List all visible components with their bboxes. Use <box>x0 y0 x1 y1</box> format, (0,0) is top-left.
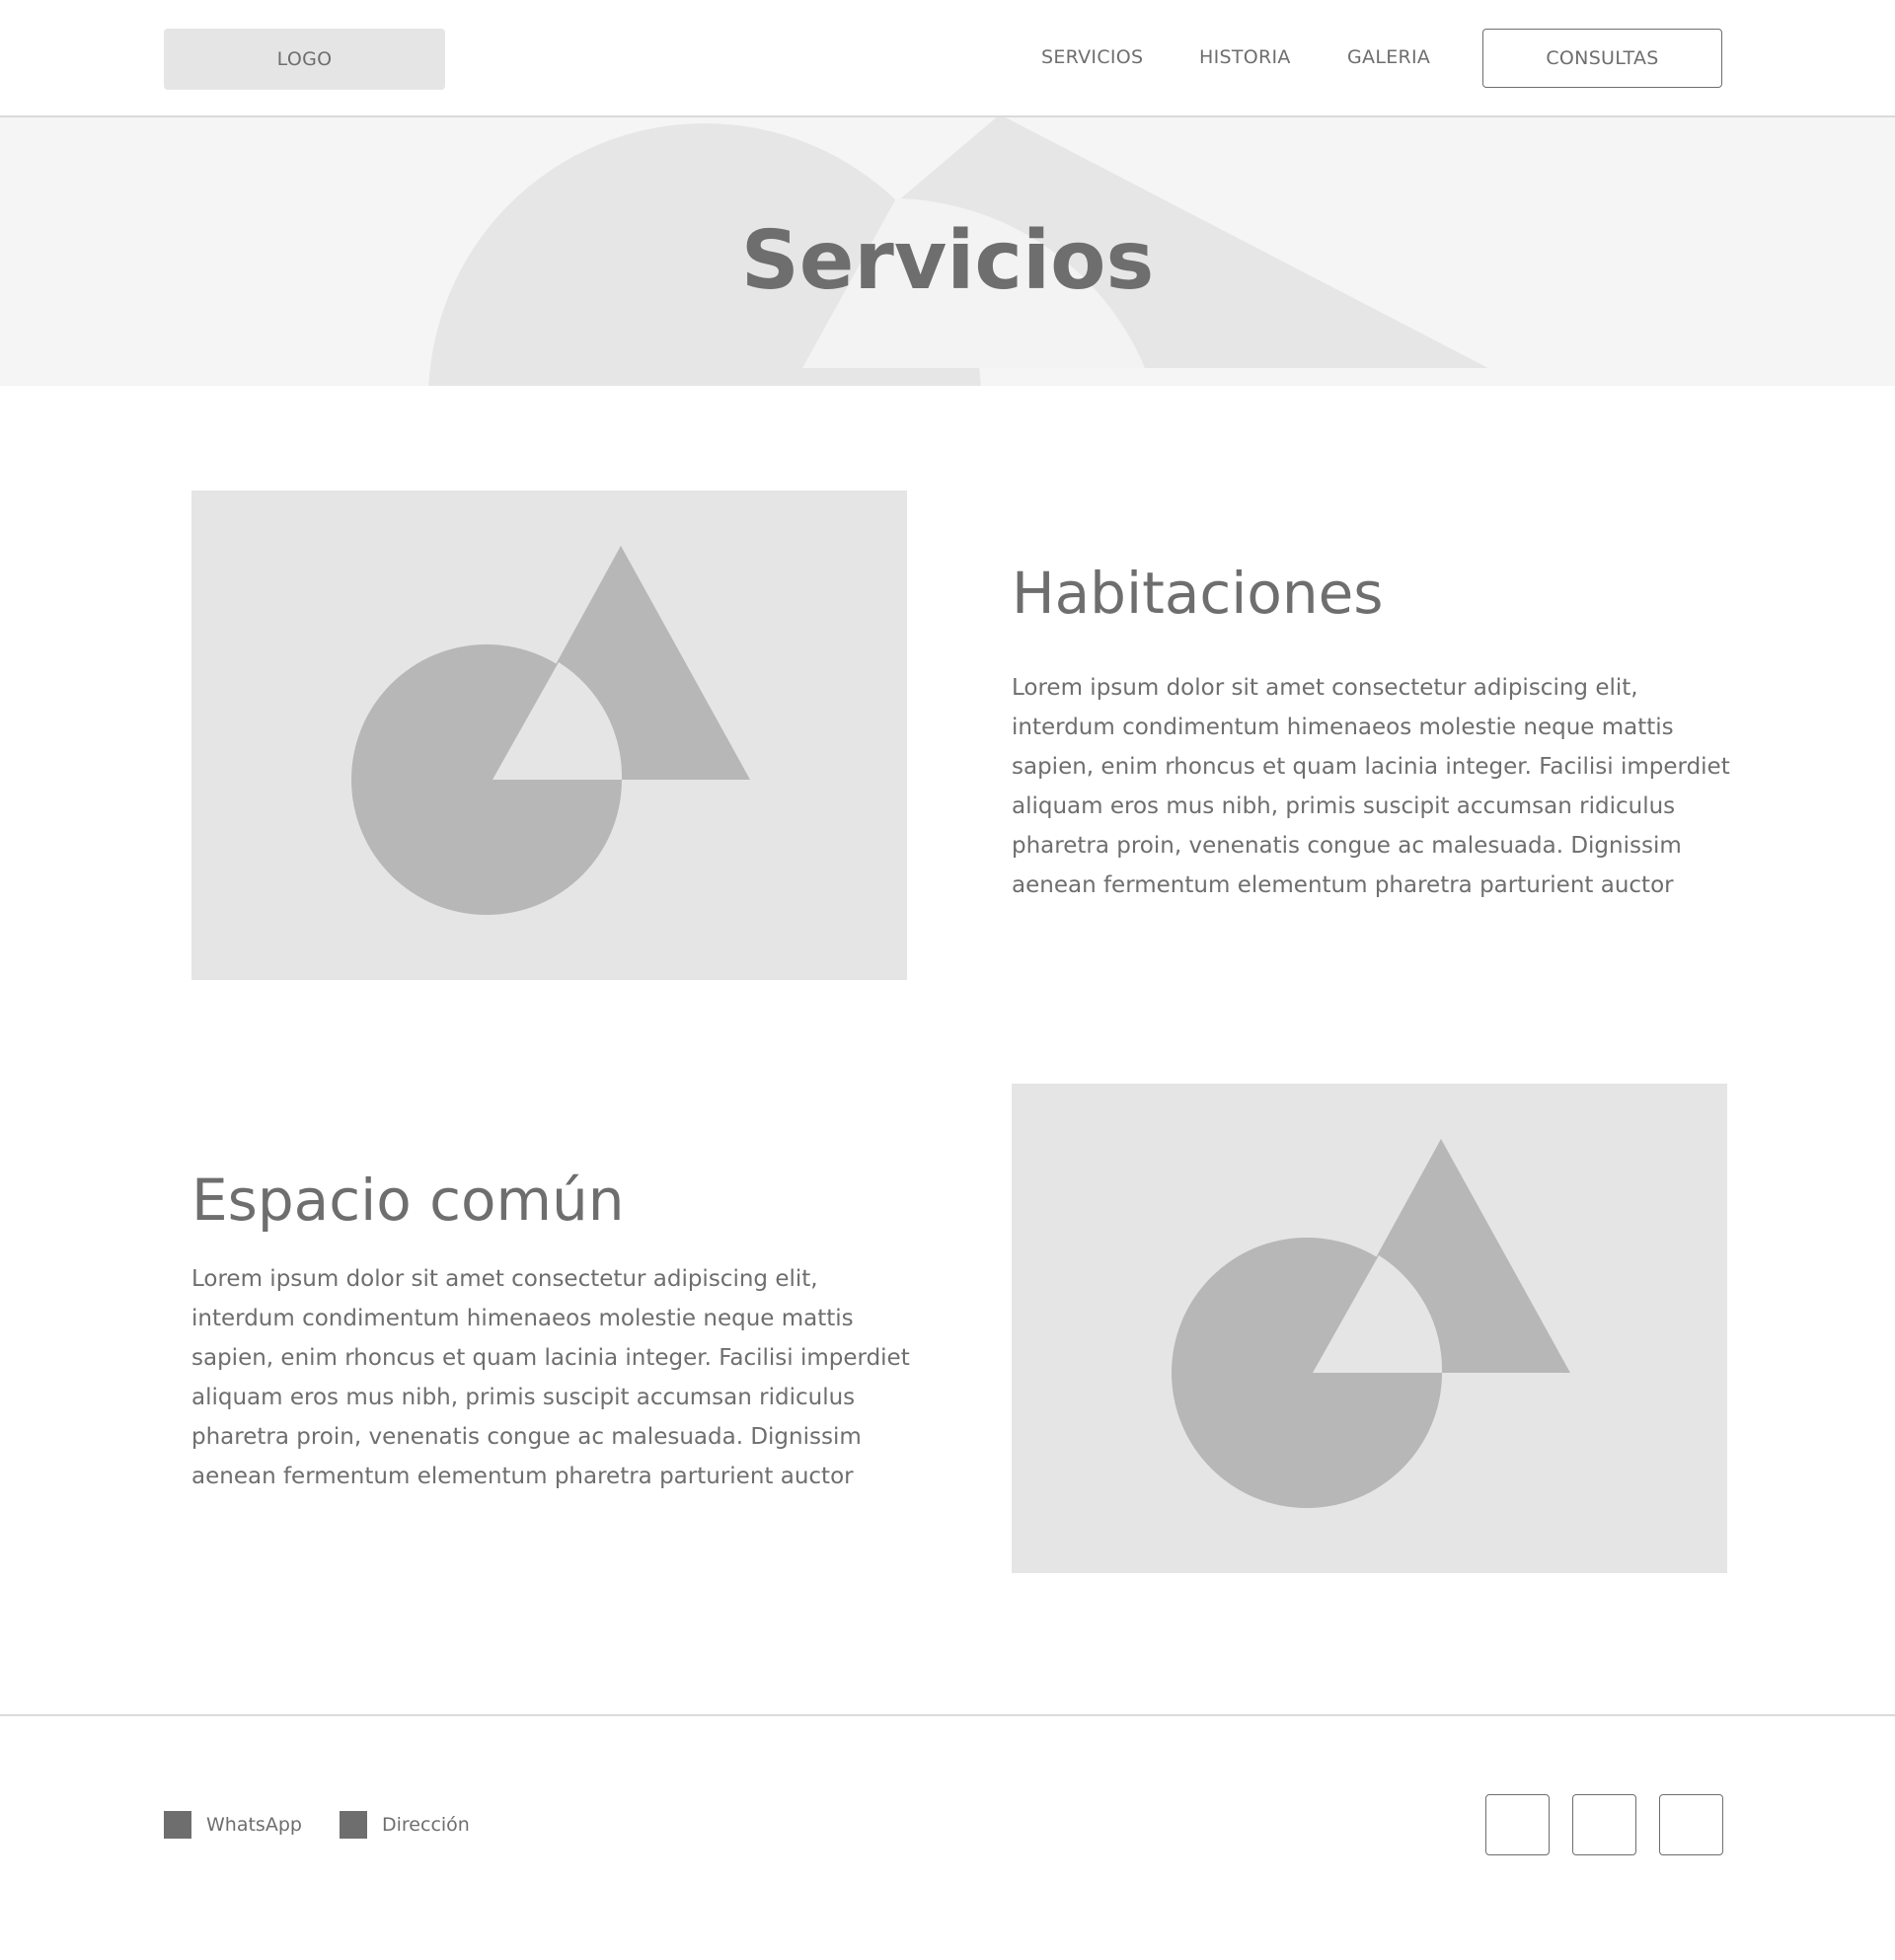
image-placeholder <box>1012 1084 1727 1573</box>
social-icon-1[interactable] <box>1485 1794 1550 1855</box>
social-icon-3[interactable] <box>1659 1794 1723 1855</box>
section-text-espacio-comun: Lorem ipsum dolor sit amet consectetur a… <box>191 1266 910 1489</box>
consultas-button[interactable]: CONSULTAS <box>1482 29 1722 88</box>
location-icon <box>340 1811 367 1839</box>
image-placeholder <box>191 490 907 980</box>
footer-divider <box>0 1714 1895 1716</box>
direccion-label: Dirección <box>382 1814 470 1836</box>
hero-banner: Servicios <box>0 117 1895 386</box>
image-placeholder-icon <box>1172 1139 1570 1508</box>
image-placeholder-icon <box>351 546 750 915</box>
section-text-habitaciones: Lorem ipsum dolor sit amet consectetur a… <box>1012 675 1730 898</box>
site-header: LOGO SERVICIOS HISTORIA GALERIA CONSULTA… <box>0 0 1895 117</box>
nav-historia[interactable]: HISTORIA <box>1199 46 1291 68</box>
section-title-habitaciones: Habitaciones <box>1012 560 1384 627</box>
social-icon-2[interactable] <box>1572 1794 1636 1855</box>
nav-galeria[interactable]: GALERIA <box>1347 46 1430 68</box>
direccion-link[interactable]: Dirección <box>340 1811 470 1839</box>
whatsapp-icon <box>164 1811 191 1839</box>
whatsapp-link[interactable]: WhatsApp <box>164 1811 302 1839</box>
section-title-espacio-comun: Espacio común <box>191 1167 625 1234</box>
nav-servicios[interactable]: SERVICIOS <box>1041 46 1143 68</box>
whatsapp-label: WhatsApp <box>206 1814 302 1836</box>
logo[interactable]: LOGO <box>164 29 445 90</box>
page-title: Servicios <box>740 214 1155 308</box>
